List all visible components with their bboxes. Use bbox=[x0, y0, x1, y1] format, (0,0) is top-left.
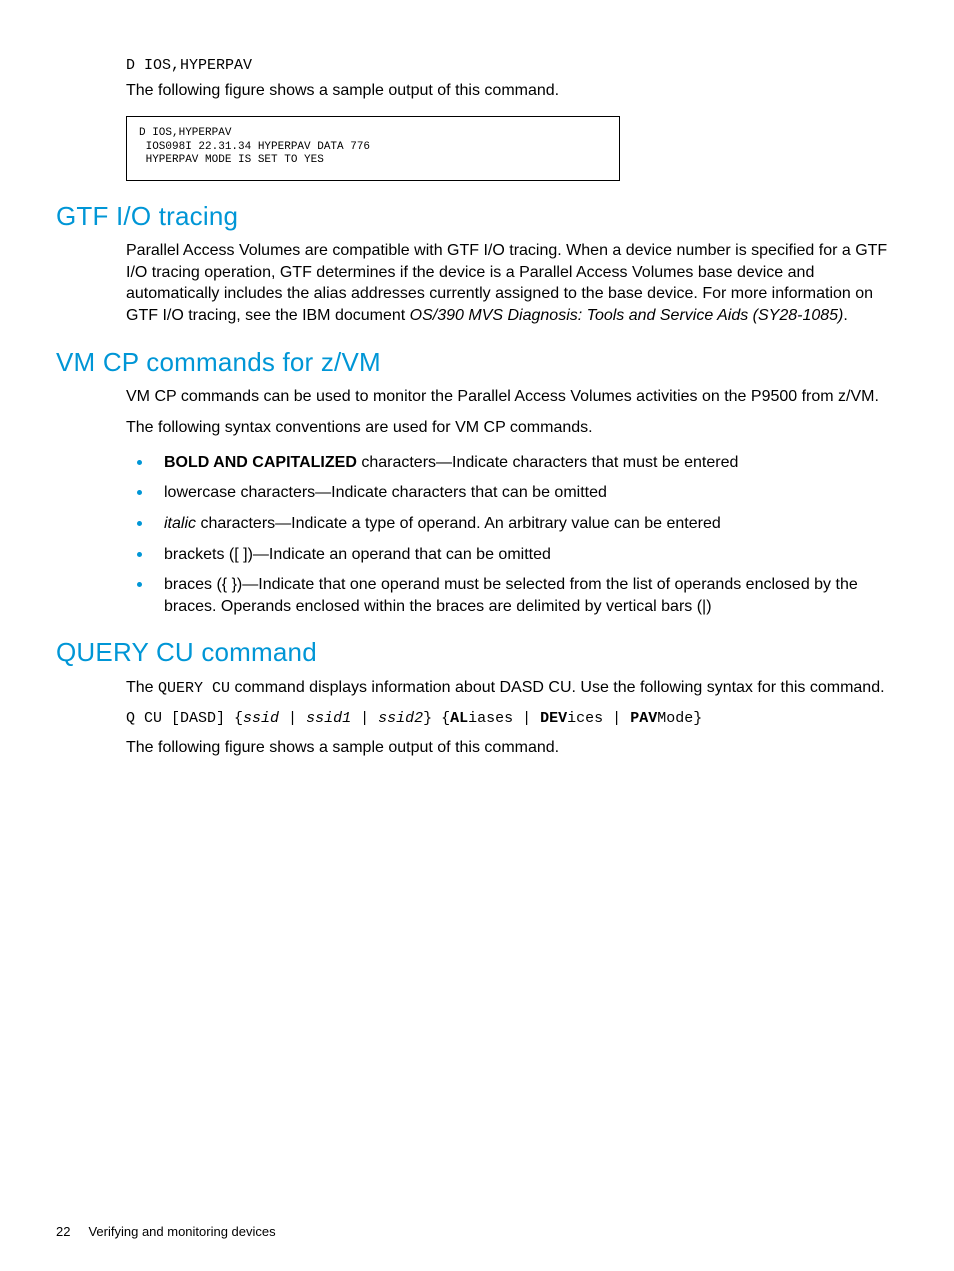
italic-text: italic bbox=[164, 515, 196, 532]
list-item: italic characters—Indicate a type of ope… bbox=[154, 510, 890, 535]
syntax-seg: Q CU [DASD] { bbox=[126, 710, 243, 727]
query-code-inline: QUERY CU bbox=[158, 680, 230, 697]
syntax-bold: AL bbox=[450, 710, 468, 727]
list-item: brackets ([ ])—Indicate an operand that … bbox=[154, 541, 890, 566]
query-p2: The following figure shows a sample outp… bbox=[126, 737, 890, 759]
gtf-reference-title: OS/390 MVS Diagnosis: Tools and Service … bbox=[410, 307, 844, 324]
vmcp-body: VM CP commands can be used to monitor th… bbox=[126, 386, 890, 618]
intro-block: D IOS,HYPERPAV The following figure show… bbox=[126, 56, 890, 181]
gtf-heading: GTF I/O tracing bbox=[56, 199, 898, 234]
vmcp-p2: The following syntax conventions are use… bbox=[126, 417, 890, 439]
item-text: characters—Indicate characters that must… bbox=[357, 454, 739, 471]
syntax-seg: | bbox=[279, 710, 306, 727]
item-text: characters—Indicate a type of operand. A… bbox=[196, 515, 721, 532]
list-item: lowercase characters—Indicate characters… bbox=[154, 479, 890, 504]
page-footer: 22 Verifying and monitoring devices bbox=[56, 1223, 276, 1241]
intro-command: D IOS,HYPERPAV bbox=[126, 56, 890, 76]
list-item: BOLD AND CAPITALIZED characters—Indicate… bbox=[154, 449, 890, 474]
intro-figure: D IOS,HYPERPAV IOS098I 22.31.34 HYPERPAV… bbox=[126, 116, 620, 181]
list-item: braces ({ })—Indicate that one operand m… bbox=[154, 571, 890, 617]
query-heading: QUERY CU command bbox=[56, 635, 898, 670]
query-p1: The QUERY CU command displays informatio… bbox=[126, 677, 890, 699]
page: D IOS,HYPERPAV The following figure show… bbox=[0, 0, 954, 759]
vmcp-p1: VM CP commands can be used to monitor th… bbox=[126, 386, 890, 408]
syntax-operand: ssid1 bbox=[306, 710, 351, 727]
syntax-bold: DEV bbox=[540, 710, 567, 727]
vmcp-list: BOLD AND CAPITALIZED characters—Indicate… bbox=[126, 449, 890, 618]
syntax-seg: Mode} bbox=[657, 710, 702, 727]
page-number: 22 bbox=[56, 1223, 70, 1241]
query-p1b: command displays information about DASD … bbox=[230, 679, 885, 696]
intro-caption: The following figure shows a sample outp… bbox=[126, 80, 890, 102]
syntax-operand: ssid2 bbox=[378, 710, 423, 727]
bold-text: BOLD AND CAPITALIZED bbox=[164, 454, 357, 471]
vmcp-heading: VM CP commands for z/VM bbox=[56, 345, 898, 380]
syntax-seg: | bbox=[351, 710, 378, 727]
syntax-operand: ssid bbox=[243, 710, 279, 727]
query-syntax: Q CU [DASD] {ssid | ssid1 | ssid2} {ALia… bbox=[126, 709, 890, 729]
syntax-seg: ices | bbox=[567, 710, 630, 727]
query-p1a: The bbox=[126, 679, 158, 696]
gtf-body: Parallel Access Volumes are compatible w… bbox=[126, 240, 890, 326]
gtf-paragraph: Parallel Access Volumes are compatible w… bbox=[126, 240, 890, 326]
query-body: The QUERY CU command displays informatio… bbox=[126, 677, 890, 759]
syntax-bold: PAV bbox=[630, 710, 657, 727]
footer-section: Verifying and monitoring devices bbox=[88, 1224, 275, 1239]
gtf-text-b: . bbox=[843, 307, 847, 324]
syntax-seg: iases | bbox=[468, 710, 540, 727]
syntax-seg: } { bbox=[423, 710, 450, 727]
